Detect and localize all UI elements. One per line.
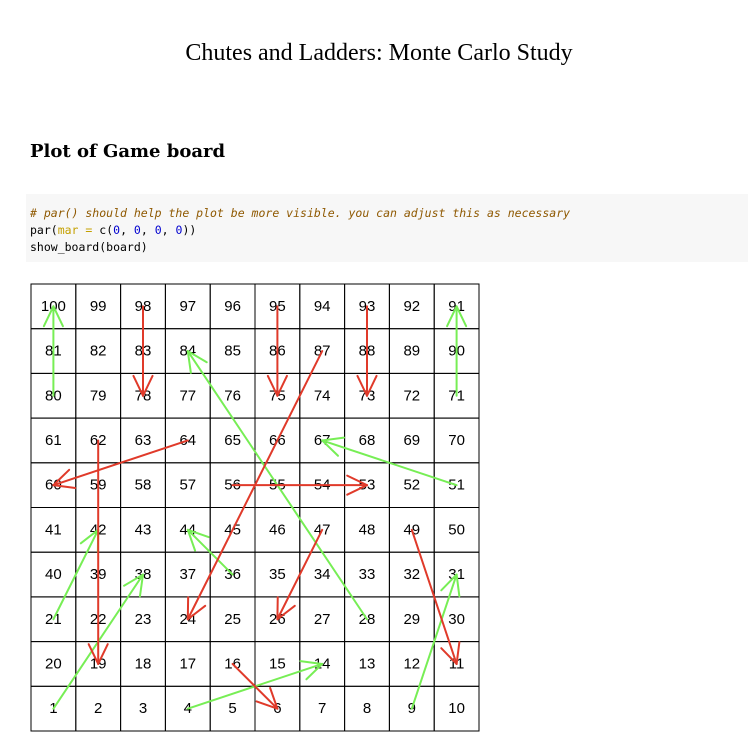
cell-number: 76: [224, 387, 241, 404]
cell-number: 69: [403, 432, 420, 449]
cell-number: 40: [45, 566, 62, 583]
cell-number: 27: [314, 611, 331, 628]
cell-number: 15: [269, 655, 286, 672]
cell-number: 52: [403, 477, 420, 494]
cell-number: 57: [179, 477, 196, 494]
cell-number: 17: [179, 655, 196, 672]
cell-number: 99: [90, 298, 107, 315]
cell-number: 10: [448, 700, 465, 717]
cell-number: 58: [135, 477, 152, 494]
cell-number: 70: [448, 432, 465, 449]
cell-number: 77: [179, 387, 196, 404]
cell-number: 97: [179, 298, 196, 315]
cell-number: 35: [269, 566, 286, 583]
cell-number: 92: [403, 298, 420, 315]
cell-number: 79: [90, 387, 107, 404]
cell-number: 63: [135, 432, 152, 449]
cell-number: 96: [224, 298, 241, 315]
cell-number: 32: [403, 566, 420, 583]
cell-number: 25: [224, 611, 241, 628]
cell-number: 37: [179, 566, 196, 583]
cell-number: 12: [403, 655, 420, 672]
cell-number: 2: [94, 700, 102, 717]
cell-number: 23: [135, 611, 152, 628]
cell-number: 13: [359, 655, 376, 672]
cell-number: 29: [403, 611, 420, 628]
cell-number: 5: [228, 700, 236, 717]
cell-number: 18: [135, 655, 152, 672]
cell-number: 41: [45, 521, 62, 538]
cell-number: 34: [314, 566, 331, 583]
cell-number: 30: [448, 611, 465, 628]
cell-number: 74: [314, 387, 331, 404]
cell-number: 89: [403, 343, 420, 360]
cell-number: 46: [269, 521, 286, 538]
cell-number: 94: [314, 298, 331, 315]
cell-number: 68: [359, 432, 376, 449]
cell-number: 7: [318, 700, 326, 717]
cell-number: 3: [139, 700, 147, 717]
cell-number: 48: [359, 521, 376, 538]
cell-number: 85: [224, 343, 241, 360]
cell-number: 50: [448, 521, 465, 538]
cell-number: 82: [90, 343, 107, 360]
cell-number: 20: [45, 655, 62, 672]
game-board: 1009998979695949392918182838485868788899…: [30, 283, 480, 732]
cell-number: 8: [363, 700, 371, 717]
cell-number: 61: [45, 432, 62, 449]
cell-number: 43: [135, 521, 152, 538]
cell-number: 65: [224, 432, 241, 449]
cell-number: 72: [403, 387, 420, 404]
cell-number: 33: [359, 566, 376, 583]
